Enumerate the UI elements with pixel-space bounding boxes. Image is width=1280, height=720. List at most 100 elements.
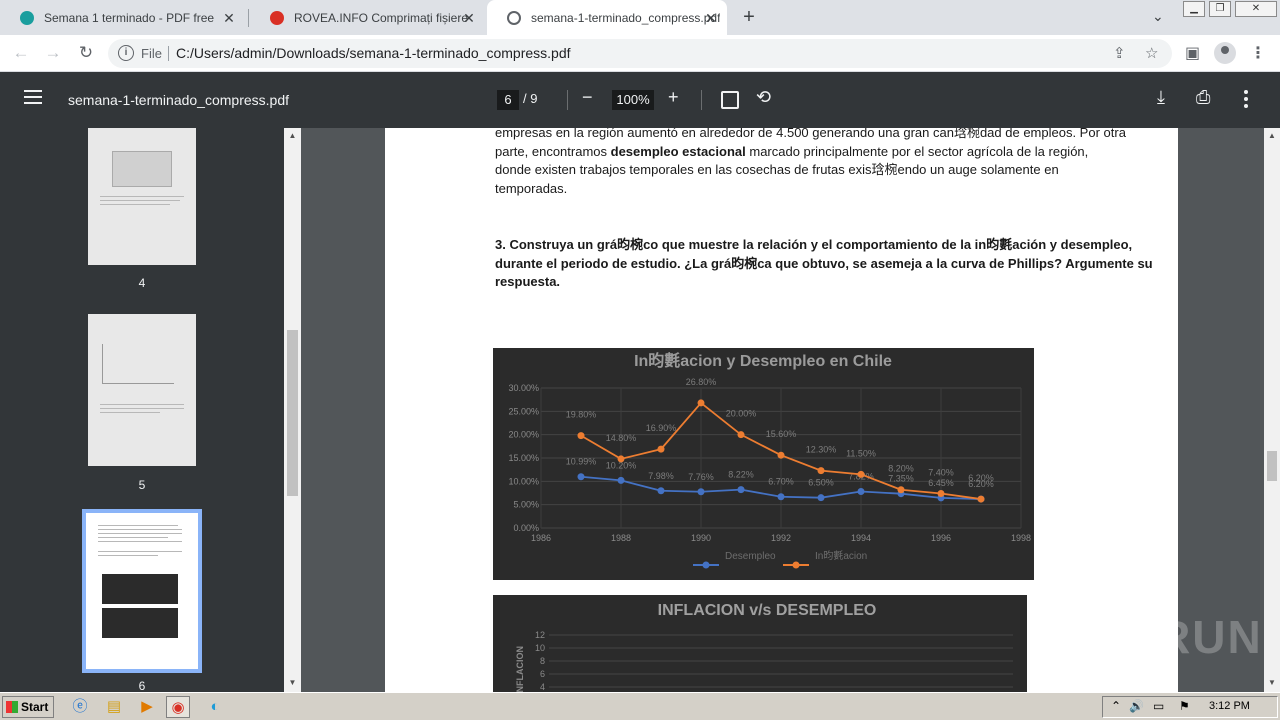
page-scrollbar[interactable]: ▲ ▼ [1264, 128, 1280, 692]
folder-icon[interactable]: ▤ [102, 696, 126, 718]
data-label: 7.40% [928, 467, 954, 477]
data-label: 6.50% [808, 478, 834, 488]
data-point [737, 486, 745, 494]
data-point [857, 470, 865, 478]
chart-svg: INFLACION v/s DESEMPLEO 4 6 8 10 12 INFLACION [515, 602, 1013, 692]
close-window-button[interactable]: ✕ [1235, 1, 1277, 17]
thumbnail-chart [102, 344, 174, 384]
windows-taskbar: Start ⓔ ▤ ▶ ◉ ◐ ⌃ 🔊 ▭ ⚑ 3:12 PM [0, 692, 1280, 720]
start-button[interactable]: Start [2, 696, 54, 718]
bookmark-star-icon[interactable]: ☆ [1145, 44, 1158, 62]
y-axis-label: INFLACION [515, 646, 525, 692]
thumbnail-text-line [98, 529, 182, 530]
data-point [737, 431, 745, 439]
forward-button[interactable]: → [41, 41, 65, 65]
thumbnail-text-line [98, 555, 158, 556]
page-text-line: donde existen trabajos temporales en las… [495, 162, 1059, 177]
data-label: 16.90% [646, 423, 677, 433]
tab-pdf-active[interactable]: semana-1-terminado_compress.pdf ✕ [487, 0, 727, 35]
tab-search-chevron-icon[interactable]: ⌄ [1152, 8, 1164, 25]
speaker-icon[interactable]: 🔊 [1129, 699, 1144, 713]
pdf-viewer[interactable]: empresas en la región aumentó en alreded… [301, 128, 1264, 692]
flag-icon[interactable]: ⚑ [1179, 699, 1190, 713]
separator [168, 46, 169, 61]
thumbnail-text-line [100, 408, 184, 409]
page-text-line: temporadas. [495, 180, 568, 196]
sidebar-scrollbar[interactable]: ▲ ▼ [284, 128, 301, 692]
data-label: 6.70% [768, 477, 794, 487]
profile-avatar[interactable] [1214, 42, 1236, 64]
y-tick-label: 5.00% [513, 500, 539, 510]
tray-chevron-icon[interactable]: ⌃ [1111, 699, 1121, 713]
edge-icon[interactable]: ◐ [203, 696, 227, 718]
thumbnail-page-6[interactable] [82, 509, 202, 673]
rotate-icon[interactable]: ⟲ [756, 87, 771, 108]
tab-pdf-free[interactable]: Semana 1 terminado - PDF free ✕ [0, 0, 245, 35]
tab-rovea[interactable]: ROVEA.INFO Comprimați fișiere PDF ✕ [250, 0, 485, 35]
data-point [977, 495, 985, 503]
thumbnail-text-line [100, 412, 160, 413]
thumbnail-page-4[interactable] [88, 128, 196, 265]
close-tab-icon[interactable]: ✕ [703, 10, 719, 26]
zoom-out-icon[interactable]: − [582, 87, 593, 108]
back-button[interactable]: ← [9, 41, 33, 65]
system-tray: ⌃ 🔊 ▭ ⚑ 3:12 PM [1102, 696, 1278, 718]
x-tick-label: 1994 [851, 533, 871, 543]
close-tab-icon[interactable]: ✕ [461, 10, 477, 26]
ie-icon[interactable]: ⓔ [68, 696, 92, 718]
share-icon[interactable]: ⇪ [1113, 44, 1126, 62]
divider [701, 90, 702, 110]
thumbnail-page-5[interactable] [88, 314, 196, 466]
scroll-up-arrow[interactable]: ▲ [1267, 131, 1277, 140]
data-point [577, 473, 585, 481]
tab-bar: Semana 1 terminado - PDF free ✕ ROVEA.IN… [0, 0, 1280, 35]
inflation-vs-unemployment-chart: INFLACION v/s DESEMPLEO 4 6 8 10 12 INFLACION [493, 595, 1027, 692]
menu-icon[interactable] [24, 90, 42, 108]
info-icon[interactable]: i [118, 45, 134, 61]
network-icon[interactable]: ▭ [1153, 699, 1164, 713]
data-point [657, 487, 665, 495]
data-point [697, 399, 705, 407]
thumbnail-label: 4 [138, 276, 146, 290]
thumbnail-text-line [100, 196, 184, 197]
pdf-title: semana-1-terminado_compress.pdf [68, 92, 289, 108]
data-label: 19.80% [566, 410, 597, 420]
fit-page-icon[interactable] [721, 91, 739, 109]
new-tab-button[interactable]: + [738, 6, 760, 28]
chrome-taskbar-icon[interactable]: ◉ [166, 696, 190, 718]
page-text-line: empresas en la región aumentó en alreded… [495, 128, 1126, 140]
data-label: 8.22% [728, 470, 754, 480]
side-panel-icon[interactable]: ▣ [1185, 43, 1200, 63]
file-label: File [141, 46, 162, 61]
data-label: 6.45% [928, 478, 954, 488]
data-point [617, 476, 625, 484]
scroll-up-arrow[interactable]: ▲ [288, 131, 297, 140]
close-tab-icon[interactable]: ✕ [221, 10, 237, 26]
url-text[interactable]: C:/Users/admin/Downloads/semana-1-termin… [176, 45, 571, 61]
print-icon[interactable]: ⎙ [1196, 87, 1210, 108]
scrollbar-thumb[interactable] [287, 330, 298, 496]
chart-svg: In昀氀acion y Desempleo en Chile 0.00% 5.00%… [508, 351, 1031, 569]
restore-button[interactable]: ❐ [1209, 1, 1231, 17]
scrollbar-thumb[interactable] [1267, 451, 1277, 481]
address-bar[interactable]: i File C:/Users/admin/Downloads/semana-1… [108, 39, 1172, 68]
page-number-input[interactable]: 6 [497, 90, 519, 110]
data-point [657, 445, 665, 453]
zoom-in-icon[interactable]: + [668, 87, 679, 108]
download-icon[interactable]: ⤓ [1157, 87, 1165, 108]
x-tick-label: 1996 [931, 533, 951, 543]
reload-button[interactable]: ↻ [74, 41, 98, 65]
chrome-menu-icon[interactable]: ⋮ [1250, 43, 1266, 63]
text-segment: parte, encontramos [495, 143, 611, 159]
legend-marker [792, 561, 800, 569]
media-player-icon[interactable]: ▶ [135, 696, 159, 718]
scroll-down-arrow[interactable]: ▼ [1267, 678, 1277, 687]
more-actions-icon[interactable] [1244, 90, 1248, 111]
scroll-down-arrow[interactable]: ▼ [288, 678, 297, 687]
chart-title: INFLACION v/s DESEMPLEO [658, 602, 877, 619]
zoom-input[interactable]: 100% [612, 90, 654, 110]
thumbnail-text-line [100, 404, 184, 405]
browser-toolbar: ← → ↻ i File C:/Users/admin/Downloads/se… [0, 35, 1280, 72]
minimize-button[interactable]: ▁ [1183, 1, 1205, 17]
divider [567, 90, 568, 110]
